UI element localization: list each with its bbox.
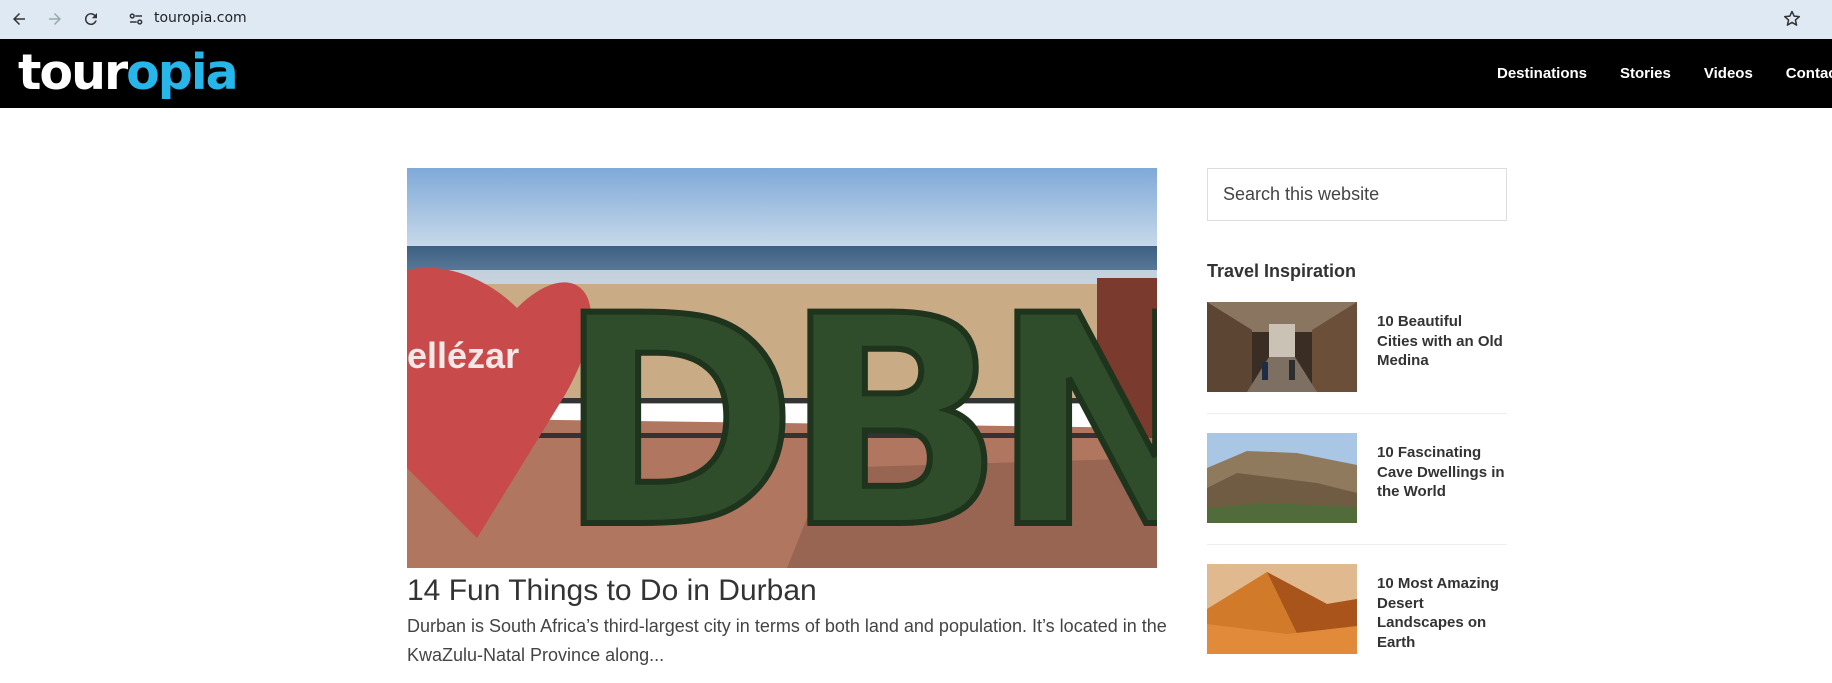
nav-videos[interactable]: Videos bbox=[1704, 65, 1753, 82]
item-title[interactable]: 10 Fascinating Cave Dwellings in the Wor… bbox=[1377, 443, 1507, 502]
item-title[interactable]: 10 Most Amazing Desert Landscapes on Ear… bbox=[1377, 574, 1507, 652]
search-input[interactable] bbox=[1207, 168, 1507, 221]
sign-letters: DBN bbox=[557, 255, 1157, 568]
nav-contact[interactable]: Contact bbox=[1786, 65, 1832, 82]
address-bar[interactable]: touropia.com bbox=[120, 3, 1820, 35]
sign-text: ellézar bbox=[407, 335, 519, 376]
logo-text-tour: tour bbox=[18, 44, 128, 101]
forward-icon[interactable] bbox=[41, 5, 69, 33]
item-title[interactable]: 10 Beautiful Cities with an Old Medina bbox=[1377, 312, 1507, 371]
cave-dwellings-thumbnail[interactable] bbox=[1207, 433, 1357, 523]
logo-text-opia: opia bbox=[126, 44, 239, 101]
nav-destinations[interactable]: Destinations bbox=[1497, 65, 1587, 82]
bookmark-star-icon[interactable] bbox=[1782, 9, 1802, 29]
nav-stories[interactable]: Stories bbox=[1620, 65, 1671, 82]
reload-icon[interactable] bbox=[77, 5, 105, 33]
post-excerpt: Durban is South Africa’s third-largest c… bbox=[407, 616, 1167, 665]
touropia-logo[interactable]: touropia bbox=[18, 44, 239, 102]
widget-title: Travel Inspiration bbox=[1207, 261, 1357, 281]
list-item[interactable]: 10 Beautiful Cities with an Old Medina bbox=[1207, 302, 1507, 395]
url-text: touropia.com bbox=[154, 10, 247, 26]
desert-thumbnail[interactable] bbox=[1207, 564, 1357, 654]
medina-thumbnail[interactable] bbox=[1207, 302, 1357, 392]
divider bbox=[1207, 544, 1507, 545]
site-settings-icon[interactable] bbox=[127, 10, 145, 28]
site-header: touropia Destinations Stories Videos Con… bbox=[0, 39, 1832, 108]
browser-toolbar: touropia.com bbox=[0, 0, 1832, 39]
post-title[interactable]: 14 Fun Things to Do in Durban bbox=[407, 574, 817, 608]
featured-image[interactable]: ellézar DBN bbox=[407, 168, 1157, 568]
back-icon[interactable] bbox=[5, 5, 33, 33]
list-item[interactable]: 10 Fascinating Cave Dwellings in the Wor… bbox=[1207, 433, 1507, 526]
main-nav: Destinations Stories Videos Contact bbox=[1497, 39, 1832, 108]
list-item[interactable]: 10 Most Amazing Desert Landscapes on Ear… bbox=[1207, 564, 1507, 657]
divider bbox=[1207, 413, 1507, 414]
